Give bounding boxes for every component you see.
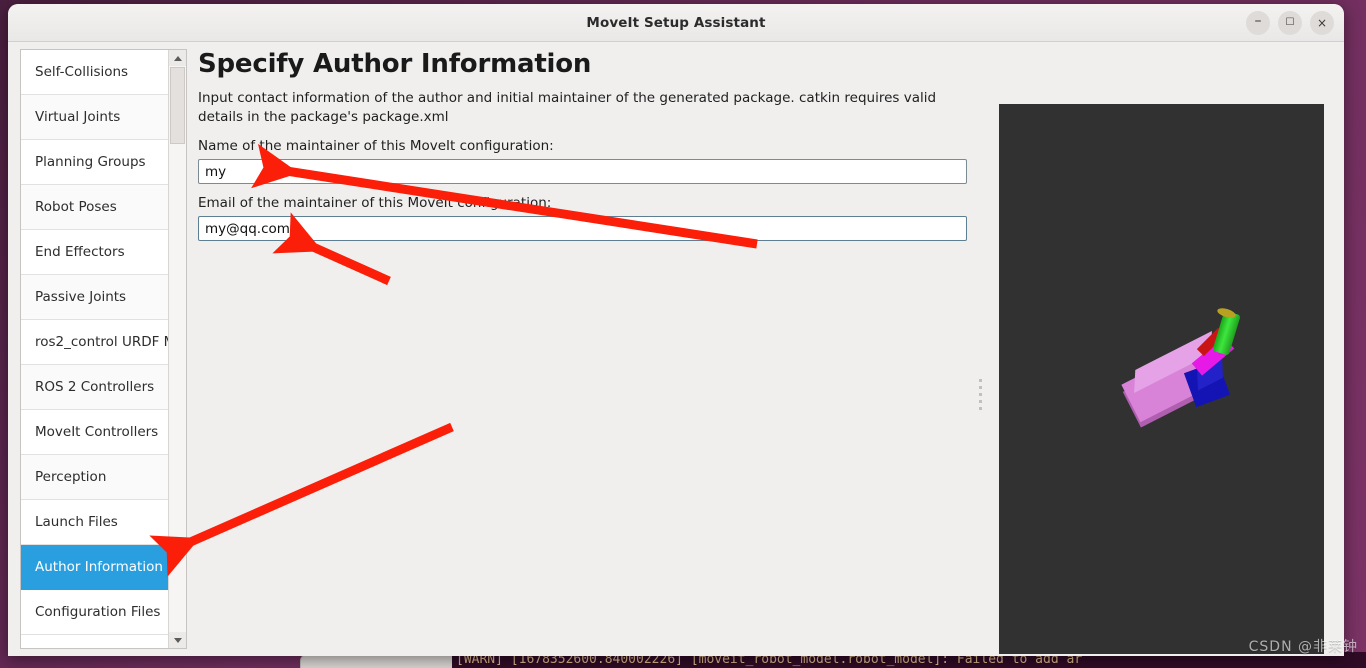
sidebar-item-label: Author Information [35,559,163,575]
maintainer-name-label: Name of the maintainer of this MoveIt co… [198,138,554,154]
sidebar-item-robot-poses[interactable]: Robot Poses [21,185,169,230]
sidebar-item-label: Perception [35,469,107,485]
sidebar-item-label: Self-Collisions [35,64,129,80]
moveit-setup-assistant-window: MoveIt Setup Assistant – ☐ × Self-Collis… [8,4,1344,656]
page-title: Specify Author Information [198,49,592,79]
maintainer-email-label: Email of the maintainer of this MoveIt c… [198,195,552,211]
sidebar-item-label: ros2_control URDF M [35,334,169,350]
title-bar: MoveIt Setup Assistant – ☐ × [8,4,1344,42]
sidebar-item-virtual-joints[interactable]: Virtual Joints [21,95,169,140]
content-pane: Specify Author Information Input contact… [198,49,969,649]
sidebar-item-label: MoveIt Controllers [35,424,159,440]
sidebar-item-ros-2-controllers[interactable]: ROS 2 Controllers [21,365,169,410]
sidebar-item-moveit-controllers[interactable]: MoveIt Controllers [21,410,169,455]
sidebar-item-ros2-control-urdf-modifications[interactable]: ros2_control URDF M [21,320,169,365]
close-button[interactable]: × [1310,11,1334,35]
scrollbar-thumb[interactable] [170,67,185,144]
robot-3d-viewport[interactable] [999,104,1324,654]
navigation-sidebar: Self-Collisions Virtual Joints Planning … [20,49,187,649]
page-description: Input contact information of the author … [198,90,937,125]
window-body: Self-Collisions Virtual Joints Planning … [8,42,1344,656]
sidebar-item-configuration-files[interactable]: Configuration Files [21,590,169,635]
sidebar-scrollbar[interactable] [168,50,186,648]
sidebar-item-passive-joints[interactable]: Passive Joints [21,275,169,320]
sidebar-item-label: Virtual Joints [35,109,121,125]
sidebar-item-label: Launch Files [35,514,118,530]
navigation-list: Self-Collisions Virtual Joints Planning … [21,50,169,648]
viewport-pane: ✓ visual collision [999,104,1324,656]
sidebar-item-perception[interactable]: Perception [21,455,169,500]
window-title: MoveIt Setup Assistant [586,14,766,31]
sidebar-item-label: End Effectors [35,244,125,260]
maintainer-name-input[interactable] [198,159,967,184]
watermark: CSDN @非莱钟 [1248,639,1358,655]
minimize-button[interactable]: – [1246,11,1270,35]
sidebar-item-launch-files[interactable]: Launch Files [21,500,169,545]
sidebar-item-label: ROS 2 Controllers [35,379,155,395]
sidebar-item-label: Robot Poses [35,199,117,215]
maintainer-email-input[interactable] [198,216,967,241]
maximize-button[interactable]: ☐ [1278,11,1302,35]
sidebar-item-label: Passive Joints [35,289,127,305]
sidebar-item-author-information[interactable]: Author Information [21,545,169,590]
sidebar-item-label: Planning Groups [35,154,146,170]
sidebar-item-self-collisions[interactable]: Self-Collisions [21,50,169,95]
sidebar-item-end-effectors[interactable]: End Effectors [21,230,169,275]
robot-model [1104,304,1244,434]
scroll-down-arrow-icon[interactable] [169,632,186,648]
window-controls: – ☐ × [1246,4,1334,42]
scroll-up-arrow-icon[interactable] [169,50,186,66]
desktop-background: [WARN] [1678352600.840002226] [moveit_ro… [0,0,1366,668]
pane-splitter-handle[interactable] [976,372,985,417]
sidebar-item-label: Configuration Files [35,604,161,620]
sidebar-item-planning-groups[interactable]: Planning Groups [21,140,169,185]
